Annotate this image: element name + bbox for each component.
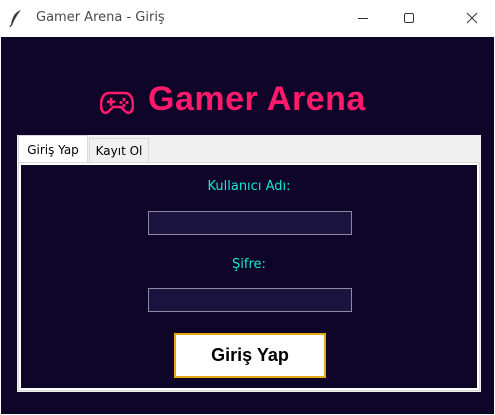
tab-login[interactable]: Giriş Yap	[18, 135, 88, 163]
tab-notebook: Giriş Yap Kayıt Ol Kullanıcı Adı: Şifre:…	[17, 135, 481, 392]
title-bar: Gamer Arena - Giriş	[0, 0, 495, 38]
login-button[interactable]: Giriş Yap	[174, 333, 326, 378]
minimize-button[interactable]	[340, 0, 386, 36]
close-button[interactable]	[449, 0, 495, 36]
tab-label: Giriş Yap	[27, 142, 79, 157]
tab-label: Kayıt Ol	[95, 143, 143, 158]
feather-icon	[9, 10, 21, 27]
login-panel: Kullanıcı Adı: Şifre: Giriş Yap	[18, 162, 480, 391]
username-label: Kullanıcı Adı:	[207, 179, 291, 194]
window-client: Gamer Arena Giriş Yap Kayıt Ol Kullanıcı…	[1, 37, 494, 414]
close-icon	[466, 12, 478, 24]
username-input[interactable]	[148, 211, 352, 235]
minimize-icon	[358, 18, 368, 19]
app-title: Gamer Arena	[148, 79, 366, 118]
password-label: Şifre:	[232, 257, 266, 272]
maximize-button[interactable]	[386, 0, 432, 36]
app-heading: Gamer Arena	[100, 78, 366, 120]
tab-register[interactable]: Kayıt Ol	[89, 138, 149, 162]
gamepad-icon	[100, 91, 134, 115]
password-input[interactable]	[148, 288, 352, 312]
maximize-icon	[404, 13, 414, 23]
login-form: Kullanıcı Adı: Şifre: Giriş Yap	[21, 165, 477, 388]
window-title: Gamer Arena - Giriş	[36, 10, 165, 25]
